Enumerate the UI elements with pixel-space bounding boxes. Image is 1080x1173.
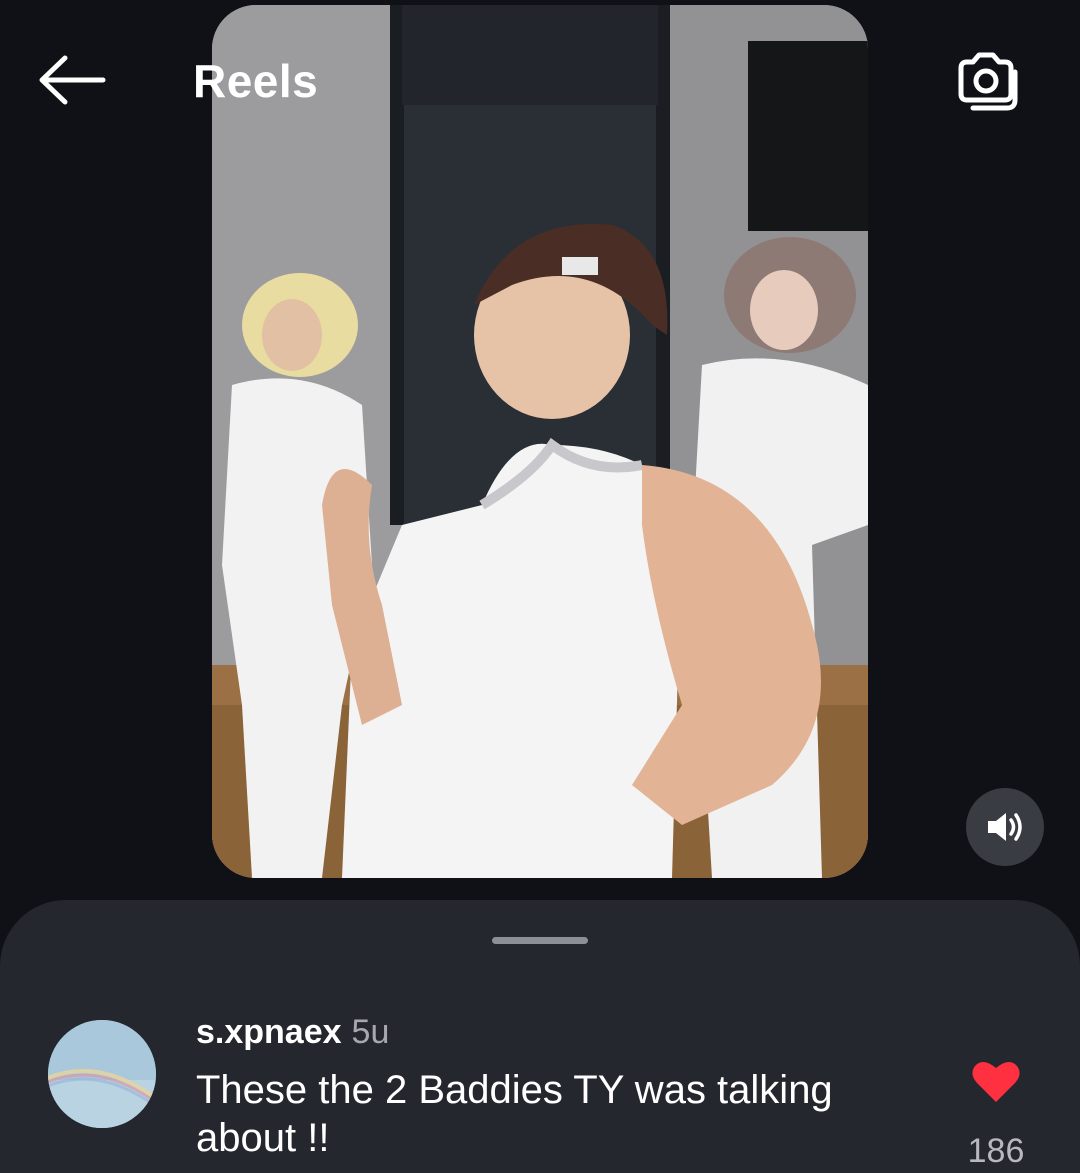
avatar-image	[48, 1020, 156, 1128]
top-bar: Reels	[0, 40, 1080, 120]
camera-button[interactable]	[948, 46, 1024, 118]
comment-meta: s.xpnaex 5u	[196, 1010, 389, 1054]
comment-time: 5u	[351, 1013, 390, 1051]
back-button[interactable]	[32, 48, 112, 112]
comment-username[interactable]: s.xpnaex	[196, 1013, 342, 1051]
comment-text: These the 2 Baddies TY was talking about…	[196, 1068, 833, 1160]
reel-video[interactable]	[212, 5, 868, 878]
page-title: Reels	[193, 55, 319, 107]
reel-video-frame	[212, 5, 868, 878]
comment-item: s.xpnaex 5u These the 2 Baddies TY was ta…	[0, 1010, 1080, 1173]
heart-filled-icon[interactable]	[971, 1058, 1021, 1104]
volume-button[interactable]	[966, 788, 1044, 866]
reels-screen: Reels s.xpnaex 5u These the 2 Baddies TY…	[0, 0, 1080, 1173]
arrow-left-icon	[39, 55, 106, 105]
comments-sheet: s.xpnaex 5u These the 2 Baddies TY was ta…	[0, 900, 1080, 1173]
speaker-on-icon	[988, 813, 1022, 841]
like-column: 186	[960, 1058, 1032, 1171]
like-count: 186	[967, 1132, 1025, 1170]
avatar[interactable]	[48, 1020, 156, 1128]
sheet-drag-handle[interactable]	[492, 937, 588, 944]
camera-icon	[958, 52, 1018, 111]
